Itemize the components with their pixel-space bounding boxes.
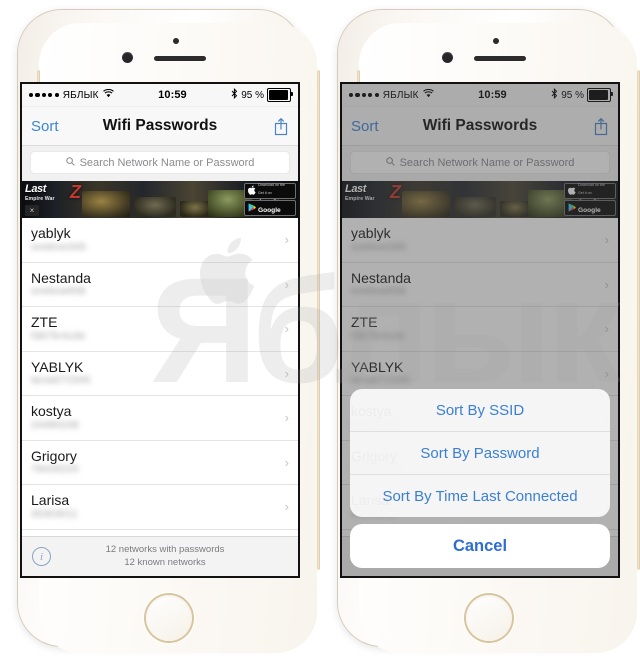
ad-title: Last (25, 183, 47, 195)
page-title: Wifi Passwords (102, 117, 218, 134)
wifi-icon (102, 88, 114, 101)
search-placeholder: Search Network Name or Password (79, 156, 255, 169)
sort-action-sheet: Sort By SSID Sort By Password Sort By Ti… (350, 389, 610, 568)
sort-button[interactable]: Sort (31, 118, 59, 135)
status-footer: i 12 networks with passwords 12 known ne… (22, 536, 298, 576)
table-row[interactable]: YABLYK larsa072345 › (22, 352, 298, 396)
google-play-badge-bottom: Google play (258, 207, 281, 214)
network-password: f3875r4u3e (31, 330, 86, 342)
navigation-bar: Sort Wifi Passwords (22, 107, 298, 146)
search-icon (65, 156, 75, 169)
network-ssid: Larisa (31, 492, 70, 509)
carrier-label: ЯБЛЫК (62, 89, 99, 101)
earpiece-speaker (154, 56, 206, 61)
earpiece-speaker (474, 56, 526, 61)
table-row[interactable]: Grigory 78426220 › (22, 441, 298, 485)
table-row[interactable]: yablyk onekive345 › (22, 218, 298, 263)
table-row[interactable]: Nestanda onebxw658 › (22, 263, 298, 307)
iphone-right: ЯБЛЫК 10:59 95 % Sort Wifi Passwords Sea… (320, 0, 640, 656)
clock-label: 10:59 (158, 89, 187, 101)
home-button[interactable] (146, 595, 192, 641)
chevron-right-icon: › (284, 410, 289, 426)
network-ssid: YABLYK (31, 358, 84, 375)
ad-vehicle (82, 191, 130, 217)
footer-line-1: 12 networks with passwords (105, 543, 225, 555)
battery-percent-label: 95 % (241, 89, 264, 101)
action-sheet-option-sort-by-time-last-connected[interactable]: Sort By Time Last Connected (350, 475, 610, 517)
status-bar: ЯБЛЫК 10:59 95 % (22, 84, 298, 107)
screen-left: ЯБЛЫК 10:59 95 % Sort Wifi Passwords Sea… (22, 84, 298, 576)
status-bar-right: 95 % (231, 87, 293, 102)
row-text: kostya 24480248 (31, 404, 79, 431)
home-button[interactable] (466, 595, 512, 641)
chevron-right-icon: › (284, 365, 289, 381)
chevron-right-icon: › (284, 232, 289, 248)
badge-text: Get it on Google play (258, 181, 292, 218)
network-password: onebxw658 (31, 286, 86, 298)
advertisement-banner[interactable]: Last Empire War Z × Download on the App … (22, 181, 298, 218)
network-list: yablyk onekive345 › Nestanda onebxw658 ›… (22, 218, 298, 530)
search-input[interactable]: Search Network Name or Password (30, 151, 290, 174)
network-ssid: Nestanda (31, 269, 91, 286)
table-row[interactable]: ZTE f3875r4u3e › (22, 307, 298, 352)
google-play-badge-top: Get it on (258, 191, 272, 195)
ad-subtitle: Empire War (25, 195, 55, 202)
row-text: Nestanda onebxw658 (31, 269, 91, 298)
action-sheet-option-sort-by-ssid[interactable]: Sort By SSID (350, 389, 610, 432)
action-sheet-options: Sort By SSID Sort By Password Sort By Ti… (350, 389, 610, 517)
google-play-badge[interactable]: Get it on Google play (244, 191, 296, 217)
network-ssid: yablyk (31, 225, 71, 242)
action-sheet-option-sort-by-password[interactable]: Sort By Password (350, 432, 610, 475)
status-bar-left: ЯБЛЫК (29, 88, 114, 101)
chevron-right-icon: › (284, 276, 289, 292)
row-text: Larisa 45303011 (31, 493, 78, 520)
network-ssid: ZTE (31, 314, 58, 331)
network-ssid: Grigory (31, 447, 77, 464)
ad-close-icon[interactable]: × (25, 205, 39, 216)
google-play-icon (248, 199, 256, 217)
chevron-right-icon: › (284, 321, 289, 337)
footer-line-2: 12 known networks (124, 556, 206, 568)
row-text: YABLYK larsa072345 (31, 358, 91, 387)
ad-vehicle (180, 201, 210, 217)
network-ssid: kostya (31, 403, 72, 420)
signal-strength-icon (29, 92, 59, 98)
front-camera-icon (122, 52, 133, 63)
bluetooth-icon (231, 87, 238, 102)
network-password: onekive345 (31, 241, 87, 253)
info-icon[interactable]: i (32, 547, 51, 566)
row-text: yablyk onekive345 (31, 226, 86, 253)
front-camera-icon (442, 52, 453, 63)
proximity-sensor-icon (493, 38, 499, 44)
ad-logo: Last Empire War (25, 184, 55, 202)
cancel-button[interactable]: Cancel (350, 524, 610, 568)
screen-right: ЯБЛЫК 10:59 95 % Sort Wifi Passwords Sea… (342, 84, 618, 576)
apple-icon (247, 182, 256, 200)
ad-mark: Z (70, 182, 81, 202)
share-icon[interactable] (273, 117, 289, 136)
footer-text: 12 networks with passwords 12 known netw… (59, 544, 288, 570)
row-text: Grigory 78426220 (31, 447, 79, 476)
chevron-right-icon: › (284, 454, 289, 470)
chevron-right-icon: › (284, 499, 289, 515)
network-password: larsa072345 (31, 375, 91, 387)
iphone-left: ЯБЛЫК 10:59 95 % Sort Wifi Passwords Sea… (0, 0, 320, 656)
network-password: 24480248 (31, 419, 79, 431)
search-bar-container: Search Network Name or Password (22, 146, 298, 181)
proximity-sensor-icon (173, 38, 179, 44)
network-password: 45303011 (31, 508, 78, 520)
network-password: 78426220 (31, 464, 79, 476)
screenshot-stage: ЯБЛЫК 10:59 95 % Sort Wifi Passwords Sea… (0, 0, 640, 656)
table-row[interactable]: Larisa 45303011 › (22, 485, 298, 530)
ad-vehicle (134, 197, 176, 217)
battery-icon (267, 88, 293, 102)
row-text: ZTE f3875r4u3e (31, 315, 86, 342)
table-row[interactable]: kostya 24480248 › (22, 396, 298, 441)
